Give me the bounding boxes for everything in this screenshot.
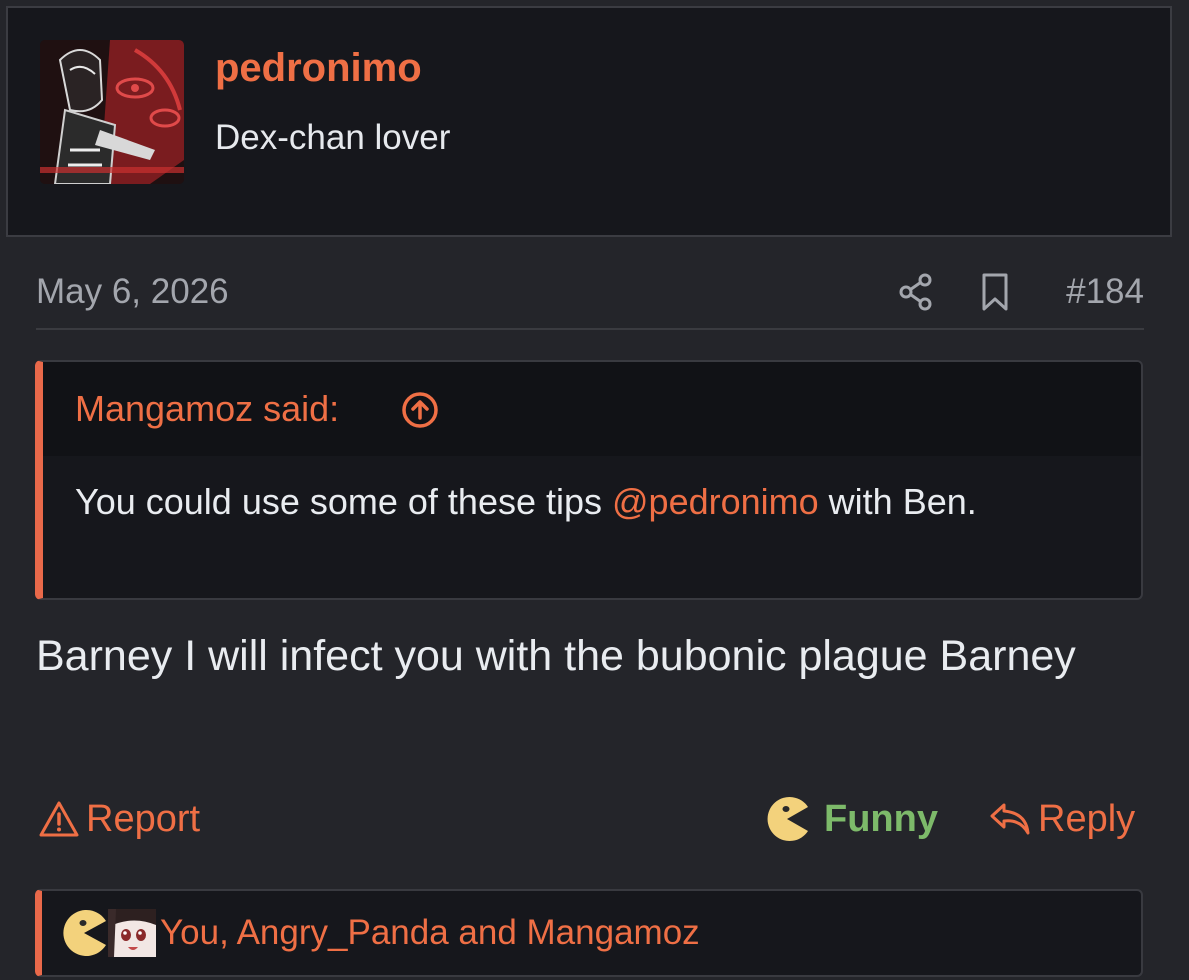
- funny-label: Funny: [824, 797, 938, 840]
- quote-header: Mangamoz said:: [43, 362, 1141, 456]
- reply-label: Reply: [1038, 797, 1136, 840]
- pacman-emoji-icon: [767, 797, 808, 841]
- user-card: pedronimo Dex-chan lover: [6, 6, 1172, 237]
- bookmark-icon[interactable]: [980, 272, 1010, 312]
- quote-text: You could use some of these tips @pedron…: [75, 475, 1075, 529]
- reply-button[interactable]: Reply: [988, 794, 1135, 844]
- pacman-emoji-icon: [63, 910, 106, 956]
- quote-block: Mangamoz said: You could use some of the…: [35, 360, 1143, 600]
- post-date[interactable]: May 6, 2026: [36, 272, 229, 312]
- username[interactable]: pedronimo: [215, 46, 422, 91]
- user-avatar[interactable]: [40, 40, 184, 184]
- quote-text-start: You could use some of these tips: [75, 481, 613, 522]
- post-number[interactable]: #184: [1066, 272, 1144, 312]
- report-button[interactable]: Report: [38, 794, 200, 844]
- mention-link[interactable]: @pedronimo: [612, 481, 819, 522]
- user-title: Dex-chan lover: [215, 118, 451, 157]
- report-label: Report: [86, 797, 201, 840]
- quote-author[interactable]: Mangamoz said:: [75, 388, 339, 430]
- reactions-bar[interactable]: You, Angry_Panda and Mangamoz: [35, 889, 1143, 977]
- reply-icon: [990, 803, 1030, 835]
- post-body: Barney I will infect you with the buboni…: [36, 632, 1076, 680]
- quote-text-end: with Ben.: [818, 481, 977, 522]
- share-icon[interactable]: [898, 272, 934, 312]
- user-avatar-icon: [108, 909, 156, 957]
- warning-icon: [39, 801, 79, 837]
- funny-reaction-button[interactable]: Funny: [764, 792, 938, 846]
- arrow-up-circle-icon[interactable]: [400, 390, 440, 430]
- post-meta: May 6, 2026 #184: [36, 268, 1144, 330]
- reaction-users[interactable]: You, Angry_Panda and Mangamoz: [160, 913, 700, 953]
